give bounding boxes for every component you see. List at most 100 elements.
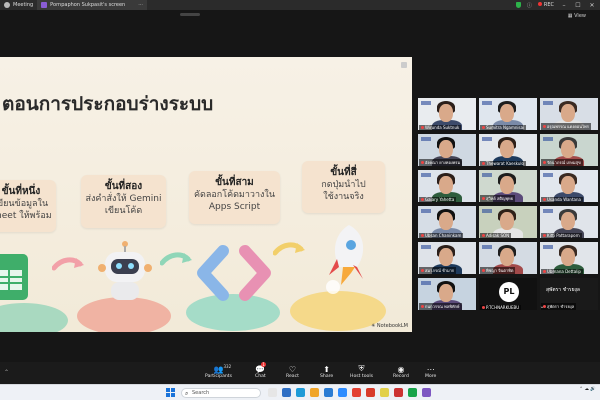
tab-more-icon[interactable]: ⋯ bbox=[138, 2, 143, 8]
more-label: More bbox=[425, 374, 437, 379]
zoom-window: Meeting Pornpaphon Sukpasit's screen ⋯ ⓘ… bbox=[0, 0, 600, 400]
tab-shared-screen-label: Pornpaphon Sukpasit's screen bbox=[50, 2, 126, 8]
participant-name-label: Wirunda Suktnuk bbox=[419, 125, 462, 130]
security-shield-icon[interactable] bbox=[515, 2, 521, 8]
participant-name-label: Usanda Wantana bbox=[541, 197, 583, 202]
react-button[interactable]: ♡ React bbox=[286, 364, 299, 380]
participant-video-tile[interactable]: Thewarat Kaeskulo bbox=[479, 134, 537, 166]
muted-mic-icon bbox=[421, 126, 424, 129]
participant-video-tile[interactable]: สมาภรณ์ ช้ามาก bbox=[418, 242, 476, 274]
step-three-line-2: Apps Script bbox=[208, 202, 261, 212]
tab-meeting[interactable]: Meeting bbox=[0, 0, 37, 10]
org-logo-icon bbox=[543, 209, 553, 213]
code-brackets-icon bbox=[197, 245, 271, 301]
participant-face bbox=[439, 212, 453, 230]
shield-icon: ⛨ bbox=[358, 364, 365, 373]
sheets-icon bbox=[0, 254, 28, 300]
participant-name: สุพัตรา ชำรยงุล bbox=[547, 304, 575, 309]
minimize-button[interactable]: – bbox=[560, 2, 568, 9]
muted-mic-icon bbox=[482, 269, 485, 272]
taskbar-search[interactable]: ⌕ Search bbox=[181, 388, 261, 398]
step-three-heading: ขั้นที่สาม bbox=[215, 177, 254, 188]
chrome-icon[interactable] bbox=[352, 388, 361, 397]
participants-label: Participants bbox=[205, 374, 232, 379]
participant-name: สุวิทย์ สติญพุทธ bbox=[486, 196, 514, 201]
system-tray[interactable]: ⌃ ☁ 🔊 bbox=[579, 387, 596, 393]
slide-control-icon[interactable] bbox=[401, 62, 407, 68]
participant-video-tile[interactable]: สุวิทย์ สติญพุทธ bbox=[479, 170, 537, 202]
arrow-icon bbox=[160, 252, 192, 266]
participant-video-tile[interactable]: Adisak SON bbox=[479, 206, 537, 238]
maximize-button[interactable]: ☐ bbox=[574, 2, 582, 9]
participants-button[interactable]: 👥 332 Participants bbox=[205, 364, 232, 379]
line-icon[interactable] bbox=[408, 388, 417, 397]
muted-mic-icon bbox=[543, 234, 546, 237]
step-one-line-2: Sheet ให้พร้อม bbox=[0, 211, 52, 221]
info-icon[interactable]: ⓘ bbox=[527, 2, 532, 9]
step-four-heading: ขั้นที่สี่ bbox=[330, 167, 357, 178]
participant-name: อรุณพรรณ แดงดอนไพร bbox=[547, 124, 589, 129]
tab-meeting-label: Meeting bbox=[13, 2, 34, 8]
participant-video-tile[interactable]: Ubsan Chaninkam bbox=[418, 206, 476, 238]
gallery-more-chevron-icon[interactable]: ⌄ bbox=[537, 304, 547, 310]
participant-video-tile[interactable]: PL P.TCHNARKUEBU bbox=[479, 278, 537, 310]
pdf-icon[interactable] bbox=[394, 388, 403, 397]
record-button[interactable]: ◉ Record bbox=[393, 364, 409, 380]
org-logo-icon bbox=[421, 101, 431, 105]
participant-video-tile[interactable]: สุพัตรา ชำรยงุล สุพัตรา ชำรยงุล bbox=[540, 278, 598, 310]
host-tools-button[interactable]: ⛨ Host tools bbox=[350, 364, 373, 379]
notebooklm-watermark: ✳ NotebookLM bbox=[371, 323, 408, 329]
zoom-icon[interactable] bbox=[338, 388, 347, 397]
participant-face bbox=[439, 176, 453, 194]
widgets-icon[interactable] bbox=[268, 388, 277, 397]
participant-video-tile[interactable]: กนกวรรณ พลพิทักษ์ bbox=[418, 278, 476, 310]
participant-name: กนกวรรณ พลพิทักษ์ bbox=[425, 304, 460, 309]
more-button[interactable]: ⋯ More bbox=[425, 364, 437, 380]
powerpoint-icon[interactable] bbox=[366, 388, 375, 397]
participant-video-tile[interactable]: Gaiary Yahetta bbox=[418, 170, 476, 202]
participant-face bbox=[500, 212, 514, 230]
participant-face bbox=[561, 140, 575, 158]
participant-video-tile[interactable]: อังคณา ยางทองพรม bbox=[418, 134, 476, 166]
participant-name-label: Kitti Pattaraporn bbox=[541, 233, 582, 238]
chat-button[interactable]: 💬 1 Chat bbox=[255, 362, 266, 379]
participant-video-tile[interactable]: อรุณพรรณ แดงดอนไพร bbox=[540, 98, 598, 130]
app-icon[interactable] bbox=[422, 388, 431, 397]
participant-name: Sumitra Ngamnisai bbox=[486, 125, 525, 130]
step-three-line-1: คัดลอกโค้ดมาวางใน bbox=[194, 190, 275, 200]
participant-video-tile[interactable]: Usanda Wantana bbox=[540, 170, 598, 202]
share-button[interactable]: ⬆ Share bbox=[320, 364, 333, 380]
participant-name: Adisak SON bbox=[486, 233, 510, 238]
participant-video-tile[interactable]: Kitti Pattaraporn bbox=[540, 206, 598, 238]
store-icon[interactable] bbox=[324, 388, 333, 397]
close-button[interactable]: ✕ bbox=[588, 2, 596, 9]
view-button[interactable]: ▦ View bbox=[568, 13, 586, 19]
drag-handle[interactable] bbox=[180, 13, 200, 16]
step-card-two: ขั้นที่สอง ส่งคำสั่งให้ Gemini เขียนโค้ด bbox=[81, 175, 166, 228]
record-icon: ◉ bbox=[397, 364, 405, 374]
participant-face bbox=[500, 140, 514, 158]
participant-video-tile[interactable]: รัตนาภรณ์ เกษมสุข bbox=[540, 134, 598, 166]
tab-shared-screen[interactable]: Pornpaphon Sukpasit's screen ⋯ bbox=[37, 0, 148, 10]
avatar-icon bbox=[41, 2, 48, 8]
windows-start-icon[interactable] bbox=[166, 388, 175, 397]
org-logo-icon bbox=[421, 209, 431, 213]
paw-icon bbox=[4, 2, 10, 8]
participant-video-tile[interactable]: Ubmana Dettalip bbox=[540, 242, 598, 274]
audio-caret-icon[interactable]: ⌃ bbox=[4, 369, 9, 376]
participant-name-label: อังคณา ยางทองพรม bbox=[419, 159, 463, 166]
muted-mic-icon bbox=[543, 270, 546, 273]
participant-face bbox=[561, 104, 575, 122]
edge-icon[interactable] bbox=[296, 388, 305, 397]
sticky-notes-icon[interactable] bbox=[380, 388, 389, 397]
participant-video-tile[interactable]: Sumitra Ngamnisai bbox=[479, 98, 537, 130]
org-logo-icon bbox=[482, 137, 492, 141]
file-explorer-icon[interactable] bbox=[282, 388, 291, 397]
folder-icon[interactable] bbox=[310, 388, 319, 397]
watermark-label: NotebookLM bbox=[376, 323, 408, 329]
participant-name-label: สมาภรณ์ ช้ามาก bbox=[419, 267, 457, 274]
participant-video-tile[interactable]: พิชญา จินตาทิต bbox=[479, 242, 537, 274]
participant-video-tile[interactable]: Wirunda Suktnuk bbox=[418, 98, 476, 130]
rec-label: REC bbox=[543, 2, 554, 8]
muted-mic-icon bbox=[482, 162, 485, 165]
